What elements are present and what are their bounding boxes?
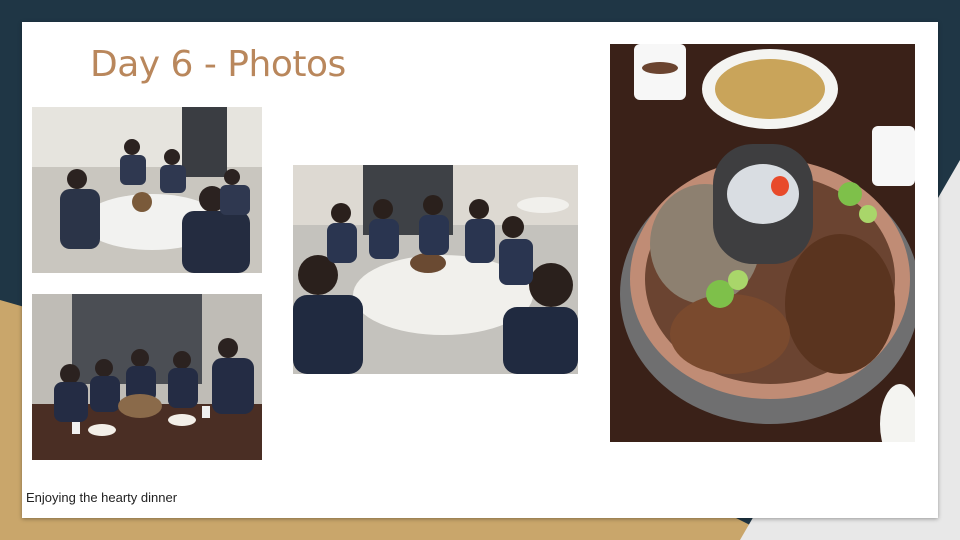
mutton-hotpot-closeup xyxy=(610,44,915,442)
group-photo-hotpot-table xyxy=(32,294,262,460)
slide-canvas: Day 6 - Photos Enjoying the hearty dinne… xyxy=(22,22,938,518)
slide-caption: Enjoying the hearty dinner xyxy=(26,490,178,505)
slide-title: Day 6 - Photos xyxy=(90,44,346,85)
group-photo-dining-table xyxy=(32,107,262,273)
group-selfie-round-table xyxy=(293,165,578,374)
